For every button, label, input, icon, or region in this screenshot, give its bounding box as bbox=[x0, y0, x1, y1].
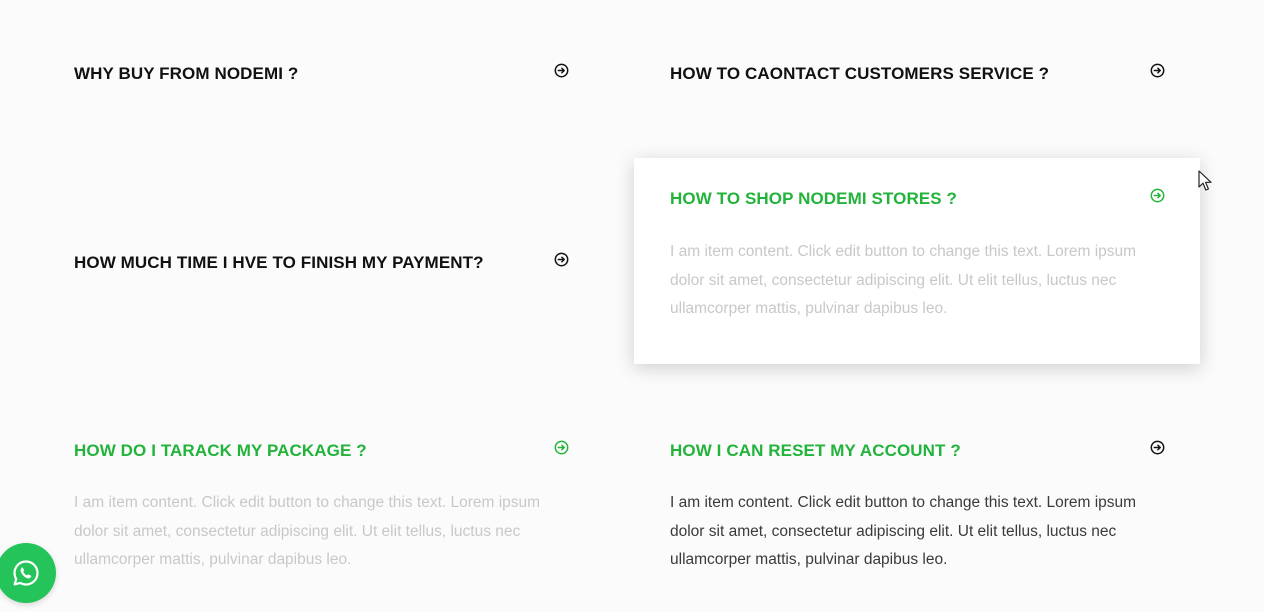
faq-item-title: WHY BUY FROM NODEMI ? bbox=[74, 64, 299, 83]
faq-item-title: HOW TO SHOP NODEMI STORES ? bbox=[670, 189, 958, 208]
arrow-right-circle-icon[interactable] bbox=[1150, 188, 1165, 203]
whatsapp-button[interactable] bbox=[0, 543, 56, 603]
faq-item-title: HOW I CAN RESET MY ACCOUNT ? bbox=[670, 441, 961, 460]
arrow-right-circle-icon[interactable] bbox=[554, 63, 569, 78]
faq-item-track-package[interactable]: HOW DO I TARACK MY PACKAGE ? I am item c… bbox=[60, 417, 590, 587]
arrow-right-circle-icon[interactable] bbox=[1150, 63, 1165, 78]
faq-item-payment-time[interactable]: HOW MUCH TIME I HVE TO FINISH MY PAYMENT… bbox=[60, 229, 590, 299]
mouse-cursor-icon bbox=[1198, 170, 1212, 191]
arrow-right-circle-icon[interactable] bbox=[554, 440, 569, 455]
faq-item-title: HOW DO I TARACK MY PACKAGE ? bbox=[74, 441, 367, 460]
whatsapp-icon bbox=[13, 560, 39, 586]
arrow-right-circle-icon[interactable] bbox=[554, 252, 569, 267]
faq-item-contact-service[interactable]: HOW TO CAONTACT CUSTOMERS SERVICE ? bbox=[656, 40, 1186, 110]
arrow-right-circle-icon[interactable] bbox=[1150, 440, 1165, 455]
faq-item-shop-stores[interactable]: HOW TO SHOP NODEMI STORES ? I am item co… bbox=[634, 158, 1200, 364]
faq-section: WHY BUY FROM NODEMI ? HOW TO CAONTACT CU… bbox=[0, 0, 1264, 612]
faq-item-reset-account[interactable]: HOW I CAN RESET MY ACCOUNT ? I am item c… bbox=[656, 417, 1186, 587]
faq-item-content: I am item content. Click edit button to … bbox=[74, 494, 541, 568]
faq-item-why-buy[interactable]: WHY BUY FROM NODEMI ? bbox=[60, 40, 590, 110]
faq-item-title: HOW TO CAONTACT CUSTOMERS SERVICE ? bbox=[670, 64, 1050, 83]
faq-item-title: HOW MUCH TIME I HVE TO FINISH MY PAYMENT… bbox=[74, 253, 484, 272]
faq-item-content: I am item content. Click edit button to … bbox=[670, 243, 1137, 317]
faq-item-content: I am item content. Click edit button to … bbox=[670, 494, 1137, 568]
